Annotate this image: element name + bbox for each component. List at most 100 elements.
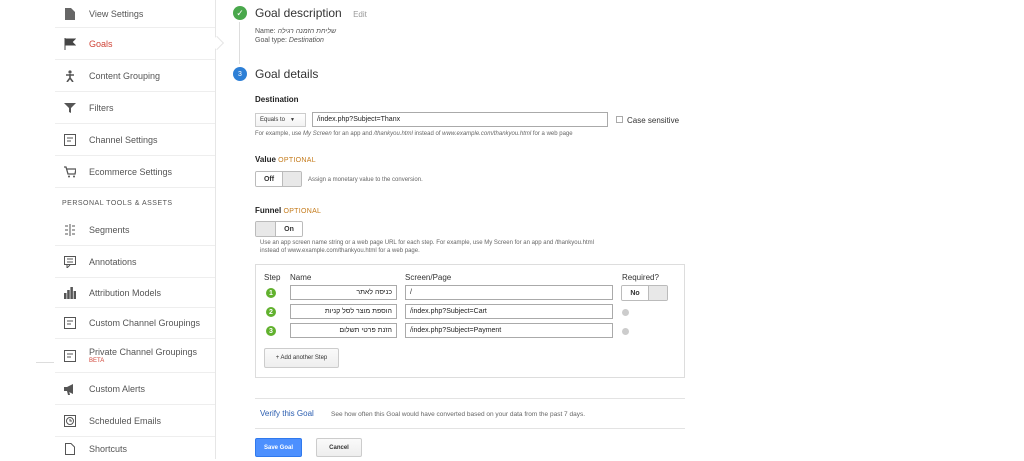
bars-icon — [63, 286, 77, 300]
divider — [255, 398, 685, 399]
step-number-badge: 1 — [266, 288, 276, 298]
step-screen-input[interactable]: / — [405, 285, 613, 300]
optional-tag: OPTIONAL — [283, 208, 322, 215]
sidebar-item-goals[interactable]: Goals — [55, 28, 215, 60]
sidebar-item-attribution-models[interactable]: Attribution Models — [55, 278, 215, 308]
divider — [36, 362, 54, 363]
sidebar-item-label: Content Grouping — [89, 70, 161, 81]
sidebar-item-channel-settings[interactable]: Channel Settings — [55, 124, 215, 156]
column-header-screen: Screen/Page — [405, 273, 452, 282]
goal-description-title: Goal description — [255, 6, 342, 20]
value-description: Assign a monetary value to the conversio… — [308, 177, 423, 183]
value-label: Value — [255, 155, 276, 164]
cancel-button[interactable]: Cancel — [316, 438, 362, 457]
funnel-toggle[interactable]: On — [255, 221, 303, 237]
required-toggle[interactable]: No — [621, 285, 668, 301]
verify-goal-link[interactable]: Verify this Goal — [260, 409, 314, 418]
toggle-knob — [256, 222, 276, 236]
optional-tag: OPTIONAL — [278, 157, 316, 164]
sidebar-item-label: Custom Channel Groupings — [89, 318, 201, 328]
goal-type-line: Goal type: Destination — [255, 37, 324, 44]
step-number-badge: 2 — [266, 307, 276, 317]
sidebar-item-label: Segments — [89, 224, 130, 235]
funnel-hint-line2: instead of www.example.com/thankyou.html… — [260, 248, 420, 254]
remove-step-icon[interactable] — [622, 309, 629, 316]
comment-icon — [63, 255, 77, 269]
value-toggle[interactable]: Off — [255, 171, 302, 187]
toggle-label: No — [622, 286, 648, 300]
document-icon — [63, 7, 77, 21]
sidebar-item-shortcuts[interactable]: Shortcuts — [55, 437, 215, 461]
sidebar-item-label: Annotations — [89, 256, 137, 267]
section-heading-personal-tools: PERSONAL TOOLS & ASSETS — [62, 200, 173, 207]
person-icon — [63, 69, 77, 83]
hint-text: For example, use — [255, 131, 302, 137]
hint-text: www.example.com/thankyou.html — [442, 131, 532, 137]
sidebar-item-text: Private Channel Groupings BETA — [89, 347, 197, 364]
sidebar-item-custom-channel-groupings[interactable]: Custom Channel Groupings — [55, 308, 215, 339]
sidebar-item-private-channel-groupings[interactable]: Private Channel Groupings BETA — [55, 339, 215, 373]
sidebar-item-label: Channel Settings — [89, 134, 158, 145]
type-value: Destination — [288, 37, 324, 44]
sidebar-item-label: Filters — [89, 102, 114, 113]
edit-link[interactable]: Edit — [353, 10, 367, 19]
hint-text: My Screen — [303, 131, 332, 137]
divider — [255, 428, 685, 429]
step-name-input[interactable]: כניסה לאתר — [290, 285, 397, 300]
sidebar-item-label: Attribution Models — [89, 287, 162, 298]
add-step-button[interactable]: + Add another Step — [264, 348, 339, 368]
case-sensitive-label: Case sensitive — [627, 116, 680, 125]
name-value: שליחת הזמנה רגילה — [277, 28, 337, 35]
hint-text: for an app and — [333, 131, 373, 137]
step-number-badge: 3 — [266, 326, 276, 336]
chevron-down-icon: ▼ — [290, 117, 295, 123]
check-icon: ✓ — [233, 6, 247, 20]
sidebar-item-label: View Settings — [89, 8, 144, 19]
destination-input[interactable]: /index.php?Subject=Thanx — [312, 112, 608, 127]
document-icon — [63, 442, 77, 456]
beta-badge: BETA — [89, 358, 105, 364]
match-type-value: Equals to — [260, 117, 286, 123]
sidebar-item-label: Custom Alerts — [89, 383, 146, 394]
verify-description: See how often this Goal would have conve… — [331, 411, 586, 418]
toggle-label: Off — [256, 172, 282, 186]
match-type-select[interactable]: Equals to ▼ — [255, 113, 306, 127]
sidebar-item-scheduled-emails[interactable]: Scheduled Emails — [55, 405, 215, 437]
sidebar: View Settings Goals Content Grouping Fil… — [0, 0, 215, 459]
goal-description-heading: Goal description Edit — [255, 6, 367, 20]
goal-details-title: Goal details — [255, 67, 319, 81]
sidebar-item-custom-alerts[interactable]: Custom Alerts — [55, 373, 215, 405]
filter-icon — [63, 101, 77, 115]
hint-text: /thankyou.html — [373, 131, 413, 137]
step-name-input[interactable]: הזנת פרטי תשלום — [290, 323, 397, 338]
sidebar-item-filters[interactable]: Filters — [55, 92, 215, 124]
funnel-label: Funnel — [255, 206, 282, 215]
case-sensitive-checkbox[interactable] — [616, 116, 623, 123]
step-screen-input[interactable]: /index.php?Subject=Payment — [405, 323, 613, 338]
clock-icon — [63, 414, 77, 428]
step-number-badge: 3 — [233, 67, 247, 81]
sidebar-item-view-settings[interactable]: View Settings — [55, 0, 215, 28]
sidebar-item-segments[interactable]: Segments — [55, 214, 215, 246]
channel-icon — [63, 349, 77, 363]
toggle-knob — [282, 172, 301, 186]
sidebar-item-label: Shortcuts — [89, 444, 128, 454]
step-name-input[interactable]: הוספת מוצר לסל קניות — [290, 304, 397, 319]
sidebar-item-annotations[interactable]: Annotations — [55, 246, 215, 278]
funnel-hint-line1: Use an app screen name string or a web p… — [260, 240, 594, 246]
segments-icon — [63, 223, 77, 237]
save-goal-button[interactable]: Save Goal — [255, 438, 302, 457]
toggle-label: On — [276, 222, 302, 236]
remove-step-icon[interactable] — [622, 328, 629, 335]
channel-icon — [63, 133, 77, 147]
sidebar-item-ecommerce-settings[interactable]: Ecommerce Settings — [55, 156, 215, 188]
column-header-name: Name — [290, 273, 312, 282]
sidebar-item-content-grouping[interactable]: Content Grouping — [55, 60, 215, 92]
cart-icon — [63, 165, 77, 179]
megaphone-icon — [63, 382, 77, 396]
goal-name-line: Name: שליחת הזמנה רגילה — [255, 28, 336, 35]
step-screen-input[interactable]: /index.php?Subject=Cart — [405, 304, 613, 319]
step-connector — [239, 22, 240, 64]
sidebar-item-label: Goals — [89, 38, 113, 49]
destination-hint: For example, use My Screen for an app an… — [255, 131, 573, 137]
